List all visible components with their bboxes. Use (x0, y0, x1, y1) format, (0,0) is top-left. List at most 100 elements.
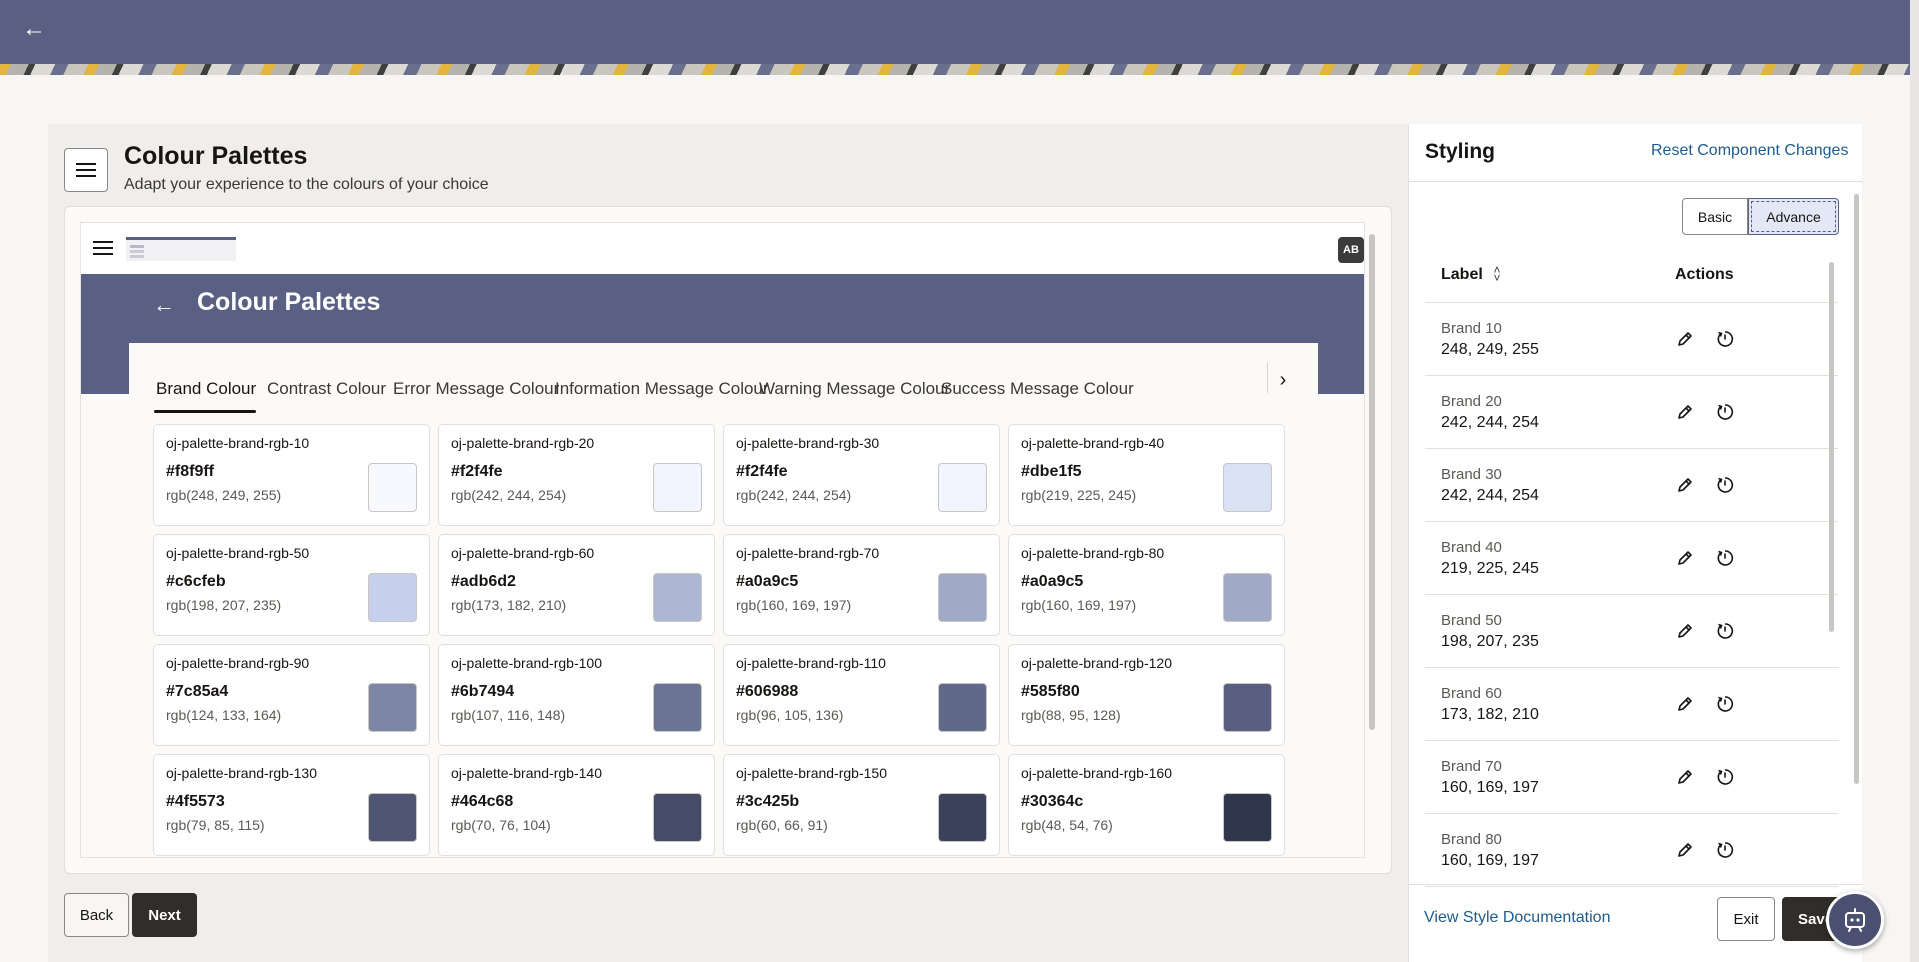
palette-card[interactable]: oj-palette-brand-rgb-10 #f8f9ff rgb(248, 2… (153, 424, 430, 526)
palette-token-name: oj-palette-brand-rgb-50 (166, 545, 310, 561)
palette-hex-value: #6b7494 (451, 683, 515, 700)
tab-contrast-colour[interactable]: Contrast Colour (267, 379, 386, 399)
edit-pencil-icon[interactable] (1675, 840, 1695, 860)
sort-icon[interactable]: ˄ ˅ (1491, 264, 1503, 284)
palette-rgb-value: rgb(79, 85, 115) (166, 817, 265, 833)
palette-card[interactable]: oj-palette-brand-rgb-70 #a0a9c5 rgb(160, 1… (723, 534, 1000, 636)
colour-swatch (1223, 793, 1272, 842)
reset-icon[interactable] (1715, 402, 1735, 422)
palette-card[interactable]: oj-palette-brand-rgb-120 #585f80 rgb(88, 9… (1008, 644, 1285, 746)
row-label: Brand 60 (1441, 685, 1502, 702)
edit-pencil-icon[interactable] (1675, 475, 1695, 495)
palette-hex-value: #f2f4fe (736, 463, 788, 480)
reset-icon[interactable] (1715, 548, 1735, 568)
edit-pencil-icon[interactable] (1675, 329, 1695, 349)
reset-icon[interactable] (1715, 329, 1735, 349)
edit-pencil-icon[interactable] (1675, 694, 1695, 714)
palette-card[interactable]: oj-palette-brand-rgb-160 #30364c rgb(48, 5… (1008, 754, 1285, 856)
table-row: Brand 50 198, 207, 235 (1425, 595, 1838, 668)
table-row: Brand 80 160, 169, 197 (1425, 814, 1838, 887)
back-arrow-icon[interactable]: ← (22, 16, 46, 42)
colour-swatch (1223, 463, 1272, 512)
label-column-header[interactable]: Label (1441, 266, 1483, 284)
decorative-pattern-strip (0, 64, 1919, 75)
palette-card[interactable]: oj-palette-brand-rgb-80 #a0a9c5 rgb(160, 1… (1008, 534, 1285, 636)
reset-icon[interactable] (1715, 840, 1735, 860)
palette-hex-value: #30364c (1021, 793, 1084, 810)
view-style-documentation-link[interactable]: View Style Documentation (1424, 909, 1610, 927)
palette-rgb-value: rgb(107, 116, 148) (451, 707, 566, 723)
palette-hex-value: #f8f9ff (166, 463, 215, 480)
row-label: Brand 10 (1441, 320, 1502, 337)
basic-mode-button[interactable]: Basic (1682, 198, 1748, 235)
page-scrollbar[interactable] (1910, 0, 1919, 962)
tab-information-message-colour[interactable]: Information Message Colour (555, 379, 769, 399)
palette-hex-value: #464c68 (451, 793, 514, 810)
edit-pencil-icon[interactable] (1675, 548, 1695, 568)
row-value: 198, 207, 235 (1441, 633, 1539, 650)
palette-card[interactable]: oj-palette-brand-rgb-40 #dbe1f5 rgb(219, 2… (1008, 424, 1285, 526)
palette-card[interactable]: oj-palette-brand-rgb-130 #4f5573 rgb(79, 8… (153, 754, 430, 856)
styling-table-scrollbar-thumb[interactable] (1829, 262, 1834, 632)
colour-swatch (368, 463, 417, 512)
tab-warning-message-colour[interactable]: Warning Message Colour (759, 379, 950, 399)
reset-icon[interactable] (1715, 621, 1735, 641)
row-value: 242, 244, 254 (1441, 414, 1539, 431)
preview-logo-thumbnail (126, 237, 236, 261)
palette-card[interactable]: oj-palette-brand-rgb-60 #adb6d2 rgb(173, 1… (438, 534, 715, 636)
preview-scrollbar[interactable] (1367, 222, 1377, 858)
palette-rgb-value: rgb(70, 76, 104) (451, 817, 551, 833)
panel-divider (1409, 181, 1863, 182)
palette-hex-value: #a0a9c5 (1021, 573, 1084, 590)
palette-token-name: oj-palette-brand-rgb-10 (166, 435, 310, 451)
assistant-fab-button[interactable] (1826, 891, 1884, 949)
row-value: 219, 225, 245 (1441, 560, 1539, 577)
preview-hamburger-icon[interactable] (93, 241, 113, 255)
exit-button[interactable]: Exit (1717, 897, 1775, 941)
tab-brand-colour[interactable]: Brand Colour (156, 379, 256, 399)
tabs-next-icon[interactable]: › (1268, 365, 1298, 395)
reset-icon[interactable] (1715, 767, 1735, 787)
palette-card[interactable]: oj-palette-brand-rgb-20 #f2f4fe rgb(242, 2… (438, 424, 715, 526)
palette-hex-value: #4f5573 (166, 793, 225, 810)
preview-back-arrow-icon[interactable]: ← (153, 292, 175, 318)
palette-card[interactable]: oj-palette-brand-rgb-140 #464c68 rgb(70, 7… (438, 754, 715, 856)
palette-tabs: Brand Colour Contrast Colour Error Messa… (129, 343, 1263, 399)
palette-card[interactable]: oj-palette-brand-rgb-100 #6b7494 rgb(107, … (438, 644, 715, 746)
palette-rgb-value: rgb(219, 225, 245) (1021, 487, 1137, 503)
back-button[interactable]: Back (64, 893, 129, 937)
palette-rgb-value: rgb(96, 105, 136) (736, 707, 844, 723)
edit-pencil-icon[interactable] (1675, 767, 1695, 787)
palette-card[interactable]: oj-palette-brand-rgb-150 #3c425b rgb(60, 6… (723, 754, 1000, 856)
hamburger-icon (76, 163, 96, 177)
avatar[interactable]: AB (1338, 237, 1364, 263)
tab-success-message-colour[interactable]: Success Message Colour (941, 379, 1134, 399)
actions-column-header: Actions (1675, 266, 1734, 283)
palette-rgb-value: rgb(160, 169, 197) (736, 597, 852, 613)
styling-table-scrollbar[interactable] (1828, 254, 1836, 884)
advance-mode-button[interactable]: Advance (1748, 198, 1839, 235)
colour-swatch (1223, 573, 1272, 622)
palette-card[interactable]: oj-palette-brand-rgb-50 #c6cfeb rgb(198, 2… (153, 534, 430, 636)
edit-pencil-icon[interactable] (1675, 621, 1695, 641)
next-button[interactable]: Next (132, 893, 197, 937)
colour-swatch (653, 463, 702, 512)
tab-error-message-colour[interactable]: Error Message Colour (393, 379, 559, 399)
reset-icon[interactable] (1715, 694, 1735, 714)
palette-card[interactable]: oj-palette-brand-rgb-30 #f2f4fe rgb(242, 2… (723, 424, 1000, 526)
colour-swatch (938, 793, 987, 842)
reset-component-changes-link[interactable]: Reset Component Changes (1651, 142, 1848, 160)
reset-icon[interactable] (1715, 475, 1735, 495)
menu-button[interactable] (64, 148, 108, 192)
edit-pencil-icon[interactable] (1675, 402, 1695, 422)
palette-card[interactable]: oj-palette-brand-rgb-90 #7c85a4 rgb(124, 1… (153, 644, 430, 746)
row-label: Brand 40 (1441, 539, 1502, 556)
palette-token-name: oj-palette-brand-rgb-30 (736, 435, 880, 451)
table-row: Brand 30 242, 244, 254 (1425, 449, 1838, 522)
palette-card[interactable]: oj-palette-brand-rgb-110 #606988 rgb(96, 1… (723, 644, 1000, 746)
styling-panel-scrollbar[interactable] (1853, 184, 1861, 884)
styling-panel-scrollbar-thumb[interactable] (1854, 194, 1859, 784)
palette-token-name: oj-palette-brand-rgb-100 (451, 655, 602, 671)
table-row: Brand 10 248, 249, 255 (1425, 303, 1838, 376)
preview-scrollbar-thumb[interactable] (1369, 234, 1375, 730)
